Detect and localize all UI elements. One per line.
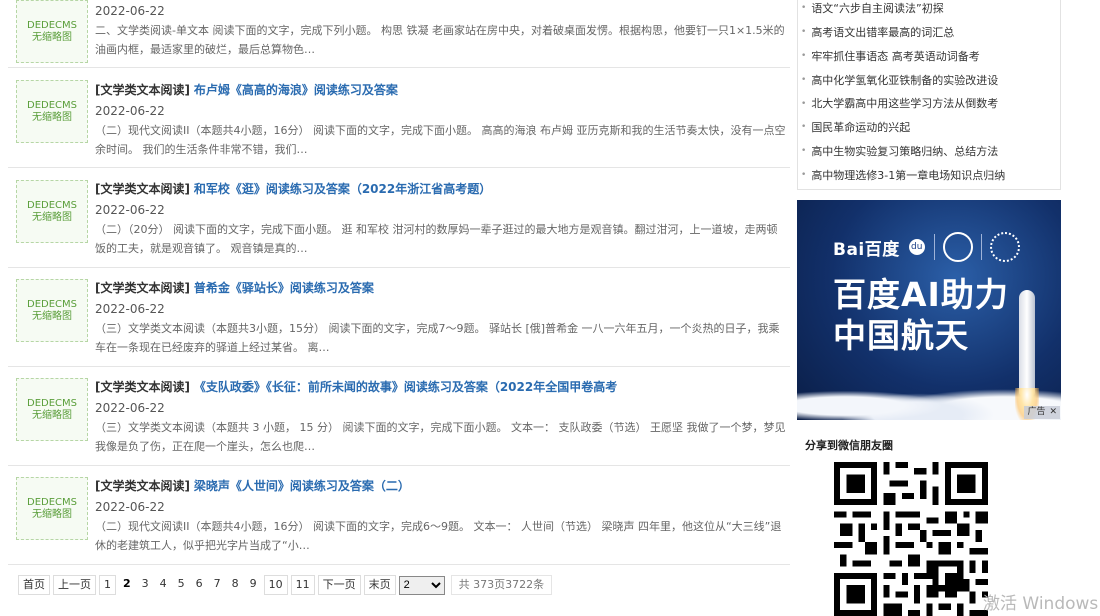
article-date: 2022-06-22	[95, 401, 165, 415]
article-category[interactable]: [文学类文本阅读]	[95, 182, 190, 196]
related-links-panel: 语文“六步自主阅读法”初探 高考语文出错率最高的词汇总 牢牢抓住事语态 高考英语…	[797, 0, 1061, 190]
page-link-1[interactable]: 1	[99, 575, 116, 595]
page-link-11[interactable]: 11	[290, 575, 315, 595]
article-summary: 二、文学类阅读-单文本 阅读下面的文字，完成下列小题。 构思 铁凝 老画家站在房…	[95, 24, 785, 56]
page-link-6[interactable]: 6	[191, 575, 207, 595]
thumb-text-1: DEDECMS	[27, 99, 77, 111]
sidebar-link[interactable]: 高考语文出错率最高的词汇总	[801, 21, 1060, 45]
thumb-text-2: 无缩略图	[32, 31, 72, 43]
article-title-link[interactable]: 梁晓声《人世间》阅读练习及答案（二）	[194, 479, 410, 493]
related-links-list: 语文“六步自主阅读法”初探 高考语文出错率最高的词汇总 牢牢抓住事语态 高考英语…	[798, 0, 1060, 188]
thumb-text-1: DEDECMS	[27, 496, 77, 508]
article-summary: （二）现代文阅读II（本题共4小题，16分） 阅读下面的文字，完成6～9题。 文…	[95, 520, 782, 552]
ad-label: 广告	[1027, 407, 1046, 417]
article-title-row: [文学类文本阅读] 布卢姆《高高的海浪》阅读练习及答案	[95, 82, 788, 98]
logo-divider	[980, 234, 982, 260]
baidu-paw-icon: du	[908, 239, 925, 255]
article-category[interactable]: [文学类文本阅读]	[95, 380, 190, 394]
share-heading: 分享到微信朋友圈	[805, 439, 893, 452]
page-link-4[interactable]: 4	[155, 575, 171, 595]
casc-logo-icon	[989, 232, 1020, 262]
page-link-9[interactable]: 9	[245, 575, 261, 595]
thumb-text-1: DEDECMS	[27, 199, 77, 211]
ad-headline-line2: 中国航天	[833, 316, 969, 355]
list-item: DEDECMS 无缩略图 [文学类文本阅读] 和军校《逛》阅读练习及答案（202…	[8, 168, 790, 268]
thumb-text-1: DEDECMS	[27, 397, 77, 409]
sidebar-link[interactable]: 语文“六步自主阅读法”初探	[801, 0, 1060, 21]
article-title-link[interactable]: 普希金《驿站长》阅读练习及答案	[194, 281, 374, 295]
article-summary: （三）文学类文本阅读（本题共 3 小题， 15 分） 阅读下面的文字，完成下面小…	[95, 421, 786, 453]
page-link-5[interactable]: 5	[173, 575, 189, 595]
page-link-8[interactable]: 8	[227, 575, 243, 595]
sidebar-link[interactable]: 牢牢抓住事语态 高考英语动词备考	[801, 45, 1060, 69]
pagination-summary: 共 373页3722条	[450, 575, 553, 595]
list-item: DEDECMS 无缩略图 [文学类文本阅读] 普希金《驿站长》阅读练习及答案 2…	[8, 267, 790, 367]
logo-divider	[933, 234, 935, 260]
article-date: 2022-06-22	[95, 203, 165, 217]
article-category[interactable]: [文学类文本阅读]	[95, 479, 190, 493]
thumb-text-2: 无缩略图	[32, 508, 72, 520]
baidu-ai-ad-banner[interactable]: Bai百度 du 百度AI助力 中国航天 广告 ✕	[797, 200, 1061, 420]
thumb-text-2: 无缩略图	[32, 310, 72, 322]
list-item: DEDECMS 无缩略图 2022-06-22 二、文学类阅读-单文本 阅读下面…	[8, 0, 790, 68]
article-title-row: [文学类文本阅读] 和军校《逛》阅读练习及答案（2022年浙江省高考题）	[95, 181, 788, 197]
article-summary: （三）文学类文本阅读（本题共3小题，15分） 阅读下面的文字，完成7～9题。 驿…	[95, 322, 780, 354]
no-thumbnail-placeholder[interactable]: DEDECMS 无缩略图	[16, 279, 88, 342]
list-item: DEDECMS 无缩略图 [文学类文本阅读] 布卢姆《高高的海浪》阅读练习及答案…	[8, 68, 790, 168]
no-thumbnail-placeholder[interactable]: DEDECMS 无缩略图	[16, 378, 88, 441]
thumb-text-2: 无缩略图	[32, 211, 72, 223]
ad-logo-row: Bai百度 du	[833, 232, 1020, 262]
article-date: 2022-06-22	[95, 4, 165, 18]
page-link-7[interactable]: 7	[209, 575, 225, 595]
thumb-text-2: 无缩略图	[32, 111, 72, 123]
windows-activation-watermark: 激活 Windows	[983, 594, 1099, 614]
page-jump-select[interactable]: 2	[398, 575, 445, 595]
list-item: DEDECMS 无缩略图 [文学类文本阅读] 梁晓声《人世间》阅读练习及答案（二…	[8, 465, 790, 565]
article-title-link[interactable]: 和军校《逛》阅读练习及答案（2022年浙江省高考题）	[194, 182, 491, 196]
page-link-current: 2	[119, 575, 135, 595]
article-title-link[interactable]: 《支队政委》《长征：前所未闻的故事》阅读练习及答案（2022年全国甲卷高考	[194, 380, 617, 394]
last-page-link[interactable]: 末页	[363, 575, 396, 595]
list-item: DEDECMS 无缩略图 [文学类文本阅读] 《支队政委》《长征：前所未闻的故事…	[8, 366, 790, 466]
clep-logo-icon	[942, 232, 973, 262]
article-summary: （二）现代文阅读II（本题共4小题，16分） 阅读下面的文字，完成下面小题。 高…	[95, 124, 786, 156]
ad-badge[interactable]: 广告 ✕	[1024, 406, 1060, 419]
page-link-10[interactable]: 10	[263, 575, 288, 595]
thumb-text-1: DEDECMS	[27, 298, 77, 310]
rocket-icon	[1019, 290, 1035, 395]
prev-page-link[interactable]: 上一页	[53, 575, 96, 595]
article-title-link[interactable]: 布卢姆《高高的海浪》阅读练习及答案	[194, 83, 398, 97]
sidebar-link[interactable]: 高中化学氢氧化亚铁制备的实验改进设	[801, 69, 1060, 93]
article-category[interactable]: [文学类文本阅读]	[95, 83, 190, 97]
article-category[interactable]: [文学类文本阅读]	[95, 281, 190, 295]
article-list: DEDECMS 无缩略图 2022-06-22 二、文学类阅读-单文本 阅读下面…	[0, 0, 795, 614]
ad-headline-line1: 百度AI助力	[833, 275, 1009, 314]
article-title-row: [文学类文本阅读] 普希金《驿站长》阅读练习及答案	[95, 280, 788, 296]
article-date: 2022-06-22	[95, 302, 165, 316]
first-page-link[interactable]: 首页	[18, 575, 50, 595]
thumb-text-2: 无缩略图	[32, 409, 72, 421]
page-link-3[interactable]: 3	[137, 575, 153, 595]
article-date: 2022-06-22	[95, 104, 165, 118]
baidu-logo: Bai百度	[833, 239, 900, 260]
sidebar-link[interactable]: 高中物理选修3-1第一章电场知识点归纳	[801, 164, 1060, 188]
pagination: 首页 上一页 1 2 3 4 5 6 7 8 9 10 11 下一页 末页 2 …	[18, 574, 553, 596]
sidebar-link[interactable]: 北大学霸高中用这些学习方法从倒数考	[801, 92, 1060, 116]
sidebar-link[interactable]: 高中生物实验复习策略归纳、总结方法	[801, 140, 1060, 164]
article-summary: （二）（20分） 阅读下面的文字，完成下面小题。 逛 和军校 泔河村的数厚妈一辈…	[95, 223, 778, 255]
next-page-link[interactable]: 下一页	[317, 575, 361, 595]
close-icon[interactable]: ✕	[1049, 407, 1057, 418]
no-thumbnail-placeholder[interactable]: DEDECMS 无缩略图	[16, 180, 88, 243]
no-thumbnail-placeholder[interactable]: DEDECMS 无缩略图	[16, 477, 88, 540]
no-thumbnail-placeholder[interactable]: DEDECMS 无缩略图	[16, 0, 88, 63]
wechat-qr-code	[834, 462, 988, 616]
article-date: 2022-06-22	[95, 500, 165, 514]
no-thumbnail-placeholder[interactable]: DEDECMS 无缩略图	[16, 80, 88, 143]
article-title-row: [文学类文本阅读] 《支队政委》《长征：前所未闻的故事》阅读练习及答案（2022…	[95, 379, 788, 395]
article-title-row: [文学类文本阅读] 梁晓声《人世间》阅读练习及答案（二）	[95, 478, 788, 494]
sidebar-link[interactable]: 国民革命运动的兴起	[801, 116, 1060, 140]
thumb-text-1: DEDECMS	[27, 19, 77, 31]
